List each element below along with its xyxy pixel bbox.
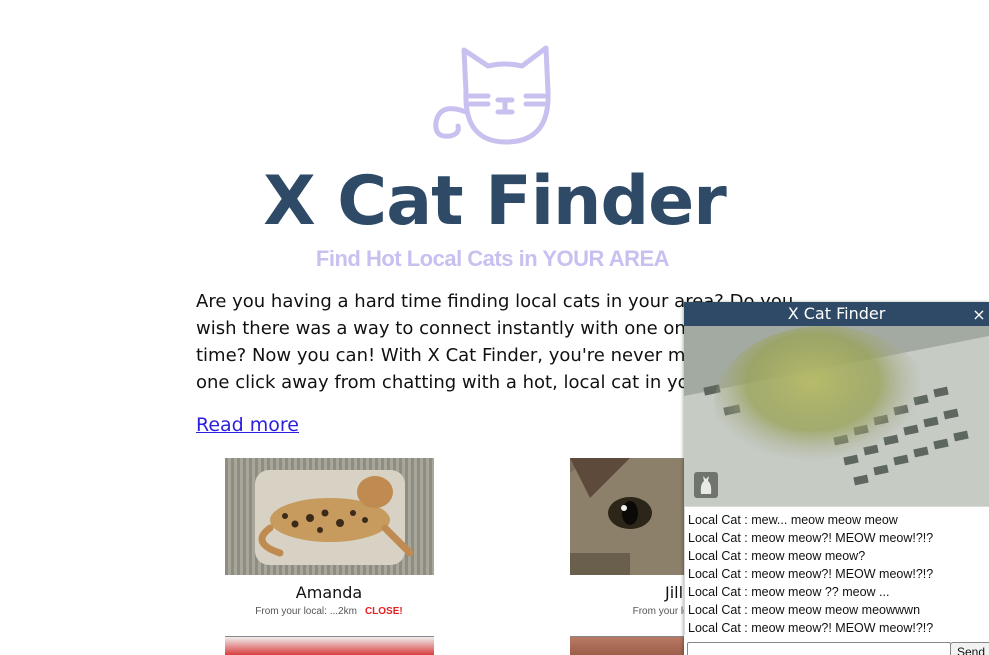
cat-distance-row: From your local: ...2km CLOSE! <box>214 606 444 617</box>
cat-distance: From your local: ...2km <box>255 606 357 617</box>
send-button[interactable]: Send <box>950 642 989 655</box>
chat-message: Local Cat : mew... meow meow meow <box>688 513 898 527</box>
close-icon[interactable]: × <box>971 302 987 326</box>
read-more-link[interactable]: Read more <box>196 414 299 436</box>
cat-photo-image <box>224 458 434 575</box>
page: X Cat Finder Find Hot Local Cats in YOUR… <box>0 0 989 655</box>
cat-card-thumbnail[interactable] <box>225 636 434 655</box>
cat-photo[interactable] <box>224 458 434 575</box>
chat-header: X Cat Finder × <box>684 302 989 326</box>
chat-message-input[interactable] <box>687 642 951 655</box>
chat-title: X Cat Finder <box>787 304 886 323</box>
video-feed <box>684 326 989 506</box>
page-title: X Cat Finder <box>263 162 727 241</box>
chat-message: Local Cat : meow meow?! MEOW meow!?!? <box>688 531 934 545</box>
cat-face-logo-icon <box>433 45 551 145</box>
chat-message: Local Cat : meow meow?! MEOW meow!?!? <box>688 567 934 581</box>
chat-video <box>684 326 989 506</box>
chat-message: Local Cat : meow meow meow? <box>688 549 866 563</box>
cat-silhouette-icon <box>694 472 718 498</box>
cat-card[interactable]: Amanda From your local: ...2km CLOSE! <box>214 458 444 617</box>
chat-input-row: Send <box>684 640 989 655</box>
close-badge: CLOSE! <box>364 606 403 617</box>
chat-window: X Cat Finder × Local Cat: mew... meow m… <box>684 302 989 655</box>
chat-message: Local Cat : meow meow ?? meow ... <box>688 585 890 599</box>
chat-log[interactable]: Local Cat : mew... meow meow meow Local … <box>684 506 989 635</box>
page-subtitle: Find Hot Local Cats in YOUR AREA <box>315 246 670 271</box>
chat-message: Local Cat : meow meow meow meowwwn <box>688 603 921 617</box>
chat-message: Local Cat : meow meow?! MEOW meow!?!? <box>688 621 934 635</box>
cat-name: Amanda <box>295 583 363 602</box>
